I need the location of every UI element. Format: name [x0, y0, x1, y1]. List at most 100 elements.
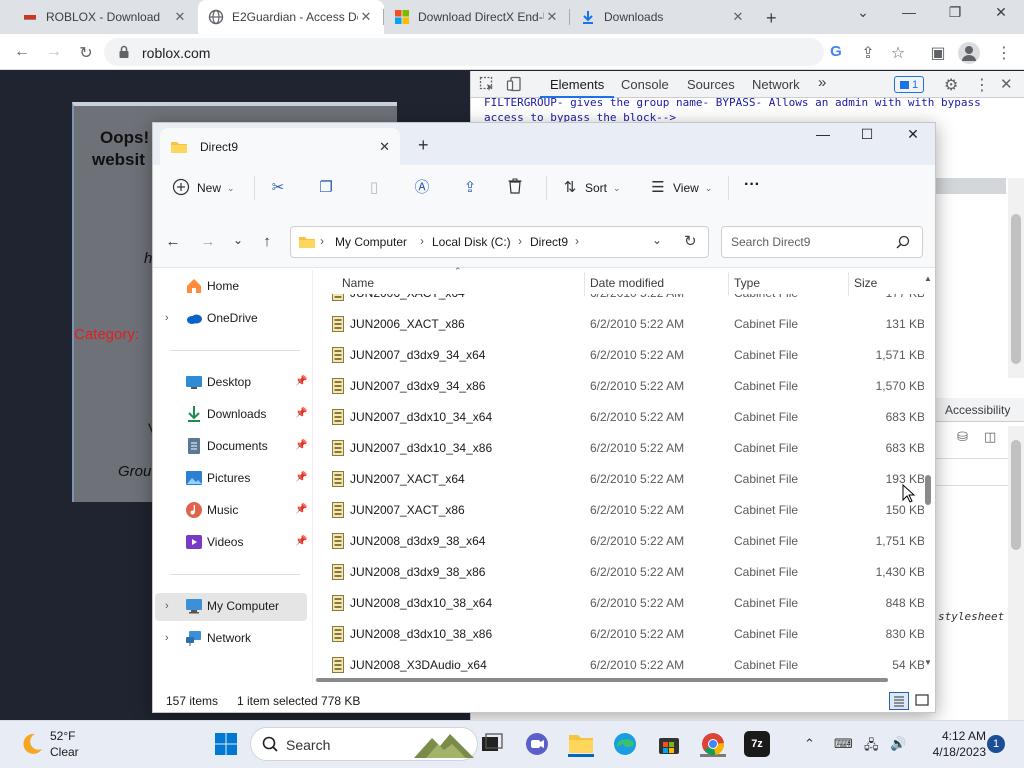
pin-icon[interactable]: 📌 [295, 440, 307, 451]
accessibility-tab[interactable]: Accessibility [945, 403, 1010, 417]
restore-icon[interactable]: ❐ [940, 4, 970, 21]
nav-item-documents[interactable]: Documents [165, 435, 268, 457]
address-bar[interactable] [104, 38, 824, 66]
share-icon[interactable]: ⇪ [858, 43, 878, 63]
browser-tab-e2guardian[interactable]: E2Guardian - Access Denied ✕ [198, 0, 384, 34]
column-header-name[interactable]: Name [342, 276, 374, 290]
volume-icon[interactable]: 🔊 [890, 736, 906, 752]
new-button[interactable]: New ⌄ [172, 178, 235, 198]
devtools-menu-icon[interactable]: ⋮ [974, 75, 990, 95]
address-history-chevron-icon[interactable]: ⌄ [652, 233, 662, 247]
moon-weather-icon[interactable] [20, 732, 44, 756]
close-window-icon[interactable]: ✕ [898, 126, 928, 143]
task-view-icon[interactable] [480, 731, 506, 757]
column-divider[interactable] [848, 272, 849, 296]
devtools-tab-elements[interactable]: Elements [550, 77, 604, 92]
devtools-tab-console[interactable]: Console [621, 77, 669, 92]
toggle-sidebar-icon[interactable]: ◫ [984, 429, 996, 445]
add-tab-button[interactable]: + [418, 135, 429, 156]
file-row[interactable]: JUN2007_d3dx10_34_x86 6/2/2010 5:22 AM Cab… [330, 433, 924, 464]
expand-chevron-icon[interactable]: › [165, 600, 181, 612]
devtools-tab-network[interactable]: Network [752, 77, 800, 92]
file-list-scrollbar-thumb[interactable] [925, 475, 931, 505]
reload-icon[interactable]: ↻ [76, 43, 96, 63]
recent-locations-icon[interactable]: ⌄ [229, 233, 247, 247]
close-tab-icon[interactable]: ✕ [730, 9, 746, 25]
maximize-icon[interactable]: ☐ [852, 126, 882, 143]
column-divider[interactable] [584, 272, 585, 296]
back-icon[interactable]: ← [12, 43, 32, 63]
browser-tab-directx[interactable]: Download DirectX End-User Runtimes ✕ [384, 0, 570, 34]
share-button[interactable]: ⇪ [460, 178, 480, 198]
clock-time[interactable]: 4:12 AM [922, 729, 986, 743]
chrome-taskbar-icon[interactable] [700, 731, 726, 757]
clock-date[interactable]: 4/18/2023 [922, 745, 986, 759]
close-window-icon[interactable]: ✕ [986, 4, 1016, 21]
nav-item-network[interactable]: › Network [165, 627, 251, 649]
details-view-button[interactable] [889, 692, 909, 710]
nav-item-onedrive[interactable]: › OneDrive [165, 307, 258, 329]
close-devtools-icon[interactable]: ✕ [1000, 75, 1013, 93]
close-tab-icon[interactable]: ✕ [358, 9, 374, 25]
settings-gear-icon[interactable]: ⚙ [944, 75, 958, 95]
google-icon[interactable]: G [826, 43, 846, 63]
windows-start-icon[interactable] [214, 732, 238, 756]
bookmark-star-icon[interactable]: ☆ [888, 43, 908, 63]
column-divider[interactable] [728, 272, 729, 296]
pin-icon[interactable]: 📌 [295, 376, 307, 387]
file-row[interactable]: JUN2008_X3DAudio_x64 6/2/2010 5:22 AM Cabi… [330, 650, 924, 674]
notification-badge[interactable]: 1 [987, 735, 1005, 753]
sort-button[interactable]: ⇅ Sort ⌄ [560, 178, 621, 198]
pin-icon[interactable]: 📌 [295, 408, 307, 419]
search-icon[interactable] [896, 235, 910, 249]
weather-temperature[interactable]: 52°F [50, 729, 75, 743]
breadcrumb-my-computer[interactable]: My Computer [335, 235, 407, 249]
column-header-date-modified[interactable]: Date modified [590, 276, 664, 290]
nav-item-desktop[interactable]: Desktop [165, 371, 251, 393]
search-highlight-mountain-icon[interactable] [414, 730, 474, 758]
inspect-element-icon[interactable] [479, 76, 495, 92]
styles-scrollbar-thumb[interactable] [1011, 440, 1021, 550]
close-tab-icon[interactable]: ✕ [379, 139, 390, 155]
nav-item-home[interactable]: Home [165, 275, 239, 297]
tiles-view-button[interactable] [914, 692, 930, 708]
keyboard-icon[interactable]: ⌨ [834, 736, 853, 752]
url-text[interactable]: roblox.com [142, 45, 210, 61]
browser-tab-roblox[interactable]: ROBLOX - Download ✕ [12, 0, 198, 34]
copy-button[interactable]: ❐ [316, 178, 336, 198]
menu-dots-icon[interactable]: ⋮ [994, 43, 1014, 63]
explorer-tab-direct9[interactable]: Direct9 ✕ [160, 128, 400, 165]
column-header-size[interactable]: Size [854, 276, 877, 290]
side-panel-icon[interactable]: ▣ [928, 43, 948, 63]
file-row[interactable]: JUN2008_d3dx9_38_x64 6/2/2010 5:22 AM Cabi… [330, 526, 924, 557]
delete-button[interactable] [508, 178, 528, 198]
computed-icon[interactable]: ⛁ [957, 429, 968, 445]
file-explorer-taskbar-icon[interactable] [568, 731, 594, 757]
file-row[interactable]: JUN2007_XACT_x86 6/2/2010 5:22 AM Cabinet … [330, 495, 924, 526]
file-row[interactable]: JUN2006_XACT_x86 6/2/2010 5:22 AM Cabinet … [330, 309, 924, 340]
file-list-horizontal-scrollbar[interactable] [316, 678, 888, 682]
breadcrumb-direct9[interactable]: Direct9 [530, 235, 568, 249]
devtools-tab-sources[interactable]: Sources [687, 77, 735, 92]
file-row[interactable]: JUN2008_d3dx9_38_x86 6/2/2010 5:22 AM Cabi… [330, 557, 924, 588]
file-row[interactable]: JUN2007_XACT_x64 6/2/2010 5:22 AM Cabinet … [330, 464, 924, 495]
microsoft-store-icon[interactable] [656, 731, 682, 757]
lock-icon[interactable] [118, 45, 130, 59]
dom-scrollbar-thumb[interactable] [1011, 214, 1021, 364]
file-list-vertical-scrollbar[interactable]: ▲ ▼ [922, 272, 934, 670]
nav-item-my-computer[interactable]: › My Computer [165, 595, 279, 617]
close-tab-icon[interactable]: ✕ [172, 9, 188, 25]
file-row[interactable]: JUN2006_XACT_x64 6/2/2010 5:22 AM Cabinet … [330, 294, 924, 309]
pin-icon[interactable]: 📌 [295, 536, 307, 547]
forward-icon[interactable]: → [44, 43, 64, 63]
forward-icon[interactable]: → [199, 233, 217, 250]
scroll-down-icon[interactable]: ▼ [924, 658, 932, 667]
7zip-icon[interactable]: 7z [744, 731, 770, 757]
file-row[interactable]: JUN2007_d3dx10_34_x64 6/2/2010 5:22 AM Cab… [330, 402, 924, 433]
file-row[interactable]: JUN2008_d3dx10_38_x64 6/2/2010 5:22 AM Cab… [330, 588, 924, 619]
expand-chevron-icon[interactable]: › [165, 632, 181, 644]
issues-badge[interactable]: 1 [894, 76, 924, 93]
profile-avatar[interactable] [958, 42, 980, 64]
browser-tab-downloads[interactable]: Downloads ✕ [570, 0, 756, 34]
more-tabs-icon[interactable]: » [818, 74, 826, 91]
